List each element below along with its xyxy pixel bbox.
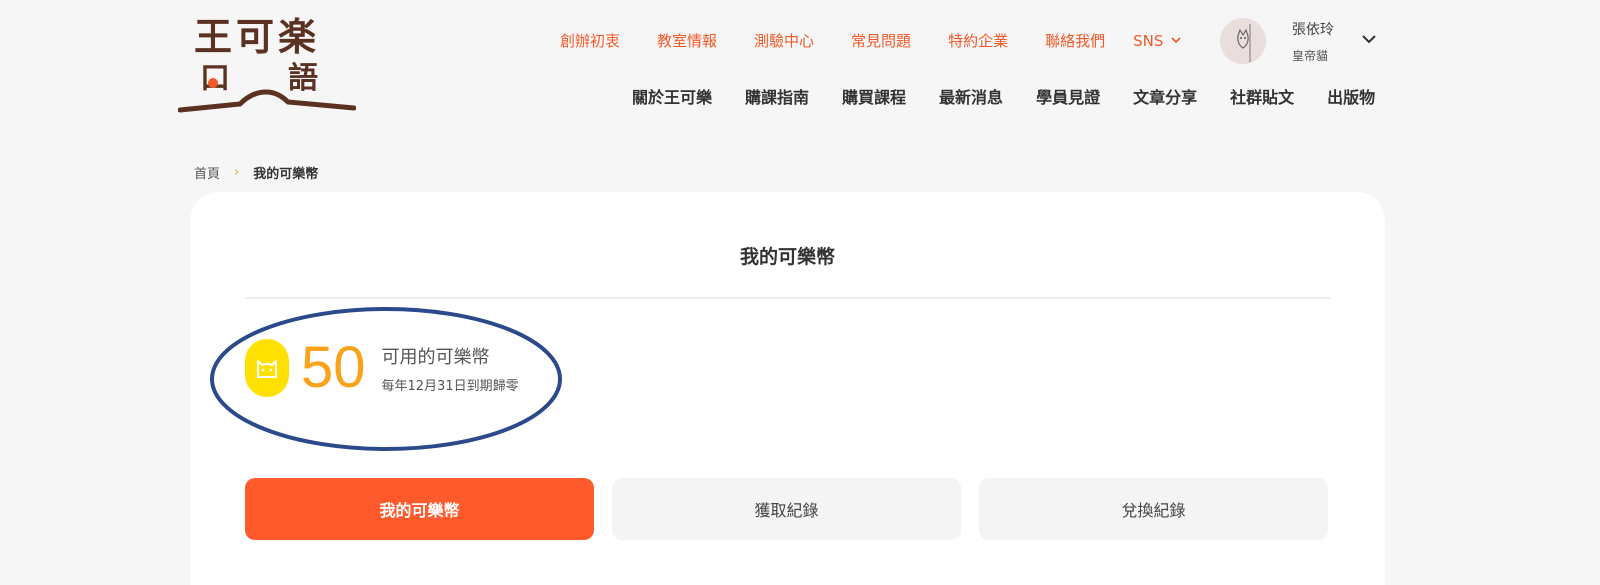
topnav-item-founding[interactable]: 創辦初衷 <box>560 30 620 51</box>
mainnav-item-purchase-guide[interactable]: 購課指南 <box>745 84 809 108</box>
cat-coin-icon <box>245 339 289 397</box>
main-nav: 關於王可樂 購課指南 購買課程 最新消息 學員見證 文章分享 社群貼文 出版物 <box>632 84 1375 108</box>
tab-earn-history[interactable]: 獲取紀錄 <box>612 478 961 540</box>
top-nav: 創辦初衷 教室情報 測驗中心 常見問題 特約企業 聯絡我們 SNS <box>560 30 1181 51</box>
topnav-item-partners[interactable]: 特約企業 <box>948 30 1008 51</box>
chevron-down-icon <box>1171 34 1181 47</box>
logo-text-top: 王可楽 <box>194 14 321 59</box>
coin-balance: 50 可用的可樂幣 每年12月31日到期歸零 <box>245 339 519 397</box>
coin-value: 50 <box>301 335 366 400</box>
mainnav-item-social-posts[interactable]: 社群貼文 <box>1230 84 1294 108</box>
divider <box>245 297 1330 299</box>
tab-my-coins[interactable]: 我的可樂幣 <box>245 478 594 540</box>
sns-label: SNS <box>1133 31 1164 50</box>
user-subtitle: 皇帝貓 <box>1292 48 1329 63</box>
mainnav-item-about[interactable]: 關於王可樂 <box>632 84 712 108</box>
topnav-item-faq[interactable]: 常見問題 <box>851 30 911 51</box>
chevron-down-icon[interactable] <box>1362 29 1376 48</box>
tab-redeem-history[interactable]: 兌換紀錄 <box>979 478 1328 540</box>
logo-roof-line <box>178 89 356 113</box>
page-title: 我的可樂幣 <box>739 246 835 268</box>
mainnav-item-testimonials[interactable]: 學員見證 <box>1036 84 1100 108</box>
topnav-item-classroom[interactable]: 教室情報 <box>657 30 717 51</box>
sns-dropdown[interactable]: SNS <box>1133 32 1181 50</box>
breadcrumb-separator: › <box>234 165 240 180</box>
coin-expiry-note: 每年12月31日到期歸零 <box>381 378 519 394</box>
mainnav-item-news[interactable]: 最新消息 <box>939 84 1003 108</box>
avatar[interactable] <box>1220 18 1266 64</box>
breadcrumb-current: 我的可樂幣 <box>253 167 319 182</box>
mainnav-item-articles[interactable]: 文章分享 <box>1133 84 1197 108</box>
user-menu[interactable]: 張依玲 皇帝貓 <box>1220 18 1376 64</box>
user-name: 張依玲 <box>1292 21 1334 38</box>
topnav-item-contact[interactable]: 聯絡我們 <box>1045 30 1105 51</box>
cat-avatar-icon <box>1220 18 1266 64</box>
breadcrumb: 首頁 › 我的可樂幣 <box>194 163 318 182</box>
coin-label: 可用的可樂幣 <box>381 346 490 368</box>
coin-tabs: 我的可樂幣 獲取紀錄 兌換紀錄 <box>245 478 1328 540</box>
topnav-item-test-center[interactable]: 測驗中心 <box>754 30 814 51</box>
mainnav-item-buy-courses[interactable]: 購買課程 <box>842 84 906 108</box>
mainnav-item-publications[interactable]: 出版物 <box>1327 84 1375 108</box>
site-logo[interactable]: 王可楽 口 語 <box>178 16 356 116</box>
coins-card: 我的可樂幣 50 可用的可樂幣 每年12月31日到期歸零 我的可樂幣 獲取紀錄 … <box>190 192 1385 585</box>
breadcrumb-home[interactable]: 首頁 <box>194 163 220 182</box>
